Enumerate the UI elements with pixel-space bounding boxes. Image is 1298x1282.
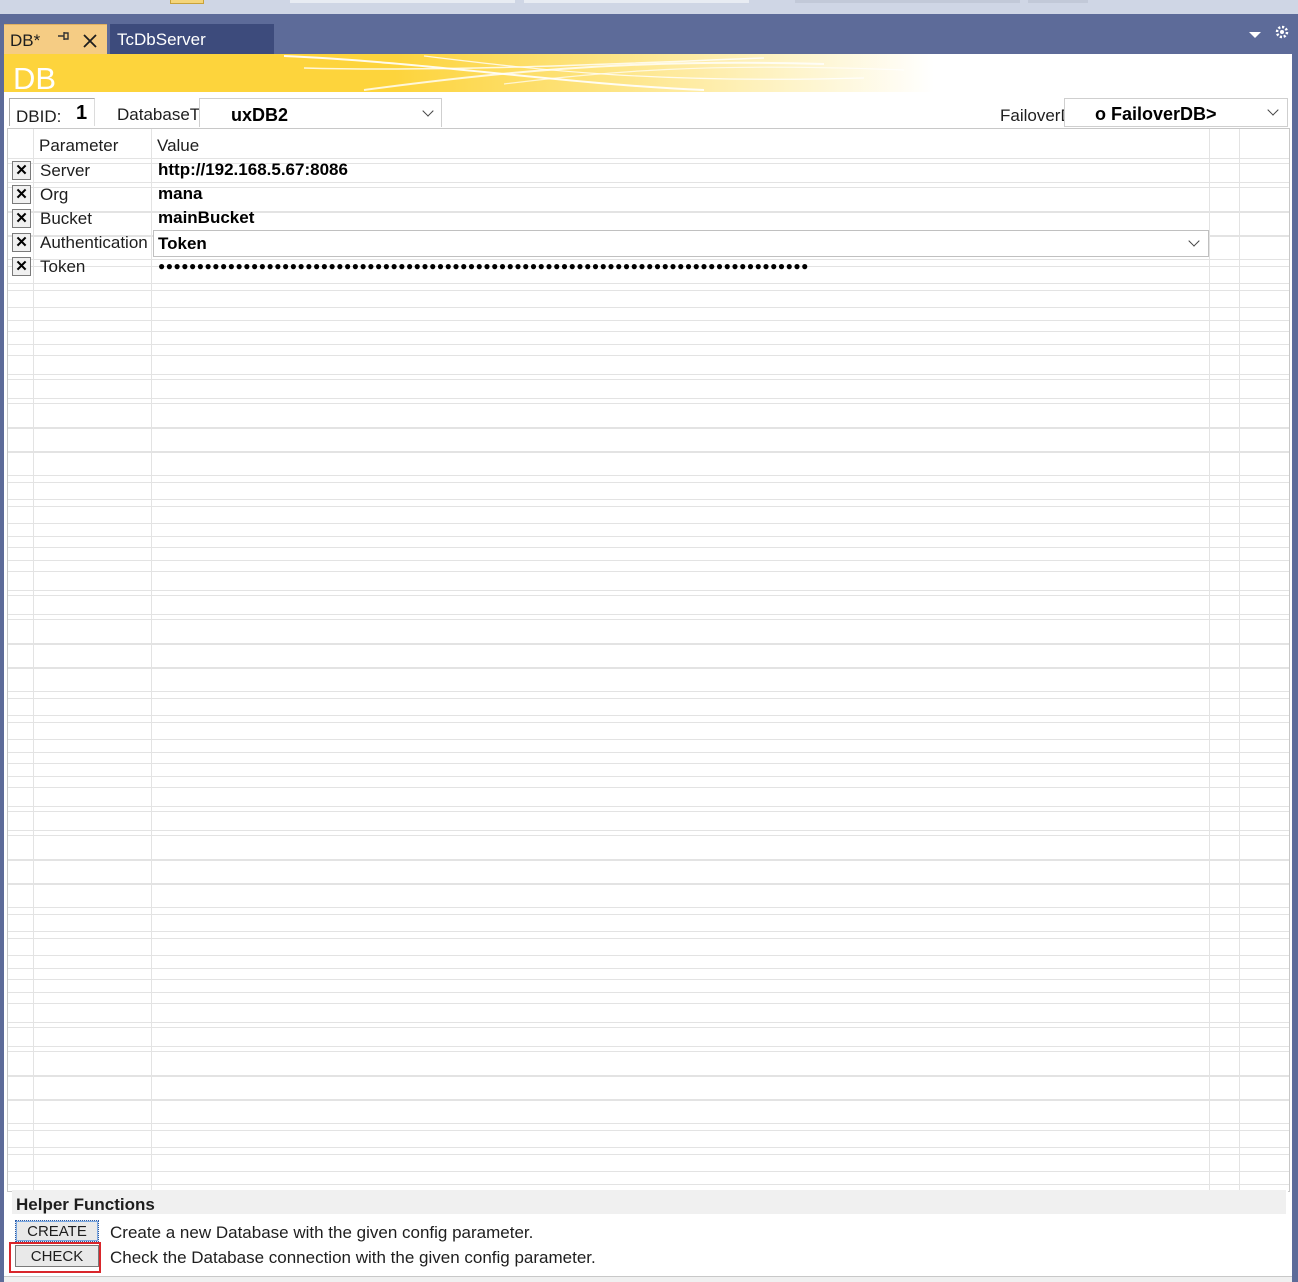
- create-description: Create a new Database with the given con…: [110, 1223, 534, 1242]
- pin-icon[interactable]: [56, 29, 70, 48]
- table-row[interactable]: ✕ Server http://192.168.5.67:8086: [8, 158, 1209, 182]
- column-header-value[interactable]: Value: [157, 136, 199, 156]
- database-type-select[interactable]: uxDB2: [199, 98, 442, 127]
- helper-functions-header: Helper Functions: [12, 1190, 1286, 1214]
- helper-functions-panel: Helper Functions CREATE Create a new Dat…: [9, 1190, 1288, 1280]
- param-name: Org: [40, 185, 69, 204]
- dbid-label: DBID:: [16, 107, 62, 126]
- tab-tcdbserver-label: TcDbServer: [117, 30, 206, 49]
- remove-row-icon[interactable]: ✕: [12, 233, 31, 252]
- param-value[interactable]: mana: [158, 184, 202, 204]
- create-button[interactable]: CREATE: [15, 1220, 99, 1242]
- close-icon[interactable]: [82, 27, 98, 55]
- param-name: Token: [40, 257, 86, 276]
- param-name: Bucket: [40, 209, 92, 228]
- database-type-value: uxDB2: [231, 105, 289, 125]
- remove-row-icon[interactable]: ✕: [12, 185, 31, 204]
- helper-functions-title: Helper Functions: [16, 1195, 155, 1214]
- table-row[interactable]: ✕ Bucket mainBucket: [8, 206, 1209, 230]
- title-strip: [0, 0, 1298, 14]
- authentication-select[interactable]: Token: [153, 230, 1209, 257]
- gear-icon[interactable]: [1274, 24, 1290, 45]
- parameter-grid[interactable]: Parameter Value ✕ Server http://192.168.…: [7, 128, 1290, 1192]
- token-masked-value[interactable]: ●●●●●●●●●●●●●●●●●●●●●●●●●●●●●●●●●●●●●●●●…: [158, 259, 809, 273]
- toolbar-segment: [290, 0, 515, 3]
- failover-db-select[interactable]: o FailoverDB>: [1064, 98, 1288, 127]
- chevron-down-icon[interactable]: [1249, 32, 1261, 38]
- remove-row-icon[interactable]: ✕: [12, 209, 31, 228]
- dbid-field[interactable]: DBID: 1: [9, 98, 95, 126]
- chevron-down-icon: [422, 105, 434, 117]
- banner: DB: [4, 54, 1292, 96]
- document-tab-bar: DB* TcDbServer: [0, 14, 1298, 55]
- dbid-value: 1: [76, 102, 88, 124]
- check-description: Check the Database connection with the g…: [110, 1248, 596, 1267]
- param-value[interactable]: http://192.168.5.67:8086: [158, 160, 348, 180]
- table-row[interactable]: ✕ Org mana: [8, 182, 1209, 206]
- param-name: Server: [40, 161, 91, 180]
- param-value[interactable]: mainBucket: [158, 208, 254, 228]
- panel-bottom-border: [4, 1276, 1292, 1282]
- chevron-down-icon: [1188, 235, 1200, 247]
- toolbar-marker: [170, 0, 204, 4]
- remove-row-icon[interactable]: ✕: [12, 161, 31, 180]
- toolbar-segment: [1028, 0, 1088, 3]
- table-row[interactable]: ✕ Token ●●●●●●●●●●●●●●●●●●●●●●●●●●●●●●●●…: [8, 254, 1209, 278]
- db-settings-row: DBID: 1 DatabaseType uxDB2 FailoverDB: o…: [4, 92, 1292, 128]
- tab-tcdbserver[interactable]: TcDbServer: [110, 24, 274, 54]
- table-row[interactable]: ✕ Authentication Token: [8, 230, 1209, 257]
- grid-row-lines: [8, 158, 1289, 1191]
- failover-db-value: o FailoverDB>: [1095, 104, 1217, 124]
- toolbar-segment: [795, 0, 1020, 3]
- param-name: Authentication: [40, 233, 148, 252]
- remove-row-icon[interactable]: ✕: [12, 257, 31, 276]
- db-editor-panel: DB DBID: 1 DatabaseType uxDB2 FailoverDB…: [4, 54, 1292, 1282]
- toolbar-segment: [524, 0, 749, 3]
- tab-db-label: DB*: [10, 31, 41, 50]
- authentication-value: Token: [158, 234, 207, 253]
- column-header-parameter[interactable]: Parameter: [39, 136, 118, 156]
- highlight-box: [9, 1242, 101, 1273]
- tab-db[interactable]: DB*: [4, 24, 107, 55]
- chevron-down-icon: [1267, 104, 1279, 116]
- banner-swoosh: [283, 55, 905, 91]
